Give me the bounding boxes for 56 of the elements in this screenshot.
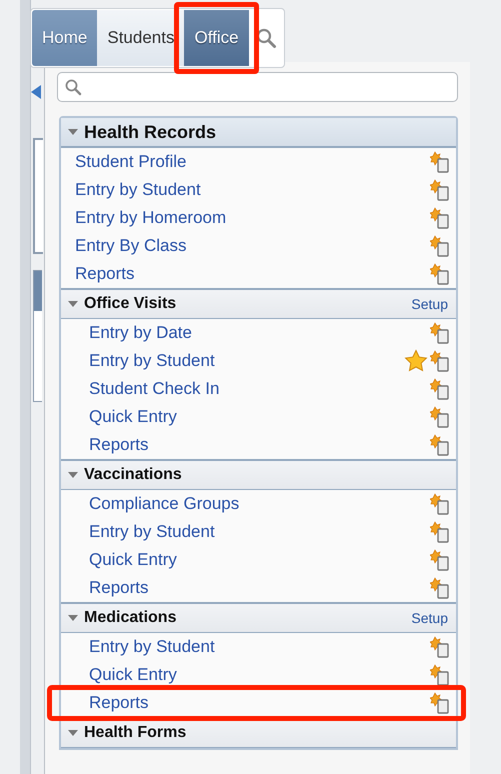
- collapse-arrow-icon[interactable]: [67, 471, 79, 479]
- menu-link[interactable]: Entry By Class: [75, 236, 430, 256]
- section-header[interactable]: Vaccinations: [61, 459, 456, 490]
- menu-link[interactable]: Student Check In: [89, 379, 430, 399]
- bookmark-page-icon[interactable]: [430, 235, 450, 257]
- menu-link[interactable]: Reports: [89, 578, 430, 598]
- menu-link[interactable]: Compliance Groups: [89, 494, 430, 514]
- bookmark-page-icon[interactable]: [430, 207, 450, 229]
- bookmark-page-icon[interactable]: [430, 664, 450, 686]
- star-icon[interactable]: [404, 349, 428, 373]
- nav-tab[interactable]: Students: [97, 10, 184, 66]
- bookmark-page-icon[interactable]: [430, 692, 450, 714]
- bookmark-page-icon[interactable]: [430, 179, 450, 201]
- search-field[interactable]: [57, 72, 458, 102]
- menu-link[interactable]: Entry by Student: [89, 522, 430, 542]
- menu-link[interactable]: Entry by Homeroom: [75, 208, 430, 228]
- menu-link[interactable]: Entry by Date: [89, 323, 430, 343]
- bookmark-page-icon[interactable]: [430, 636, 450, 658]
- menu-link[interactable]: Entry by Student: [89, 637, 430, 657]
- bookmark-page-icon[interactable]: [430, 521, 450, 543]
- menu-link[interactable]: Reports: [75, 264, 430, 284]
- bookmark-page-icon[interactable]: [430, 549, 450, 571]
- bookmark-page-icon[interactable]: [430, 151, 450, 173]
- section-title: Vaccinations: [84, 466, 183, 484]
- menu-link[interactable]: Entry by Student: [89, 351, 404, 371]
- search-icon: [64, 78, 82, 96]
- setup-link[interactable]: Setup: [411, 296, 448, 312]
- bookmark-page-icon[interactable]: [430, 406, 450, 428]
- section-header[interactable]: Health Records: [61, 118, 456, 148]
- bookmark-page-icon[interactable]: [430, 434, 450, 456]
- setup-link[interactable]: Setup: [411, 610, 448, 626]
- bookmark-page-icon[interactable]: [430, 493, 450, 515]
- section-title: Medications: [84, 609, 178, 627]
- section-title: Health Forms: [84, 724, 188, 742]
- back-arrow-icon[interactable]: [30, 84, 42, 100]
- collapse-arrow-icon[interactable]: [67, 128, 79, 136]
- menu-link[interactable]: Quick Entry: [89, 407, 430, 427]
- menu-link[interactable]: Entry by Student: [75, 180, 430, 200]
- menu-link[interactable]: Quick Entry: [89, 550, 430, 570]
- bookmark-page-icon[interactable]: [430, 577, 450, 599]
- menu-link[interactable]: Student Profile: [75, 152, 430, 172]
- bookmark-page-icon[interactable]: [430, 378, 450, 400]
- section-title: Office Visits: [84, 295, 178, 313]
- nav-tab[interactable]: Office: [184, 10, 249, 66]
- section-title: Health Records: [84, 122, 218, 142]
- collapse-arrow-icon[interactable]: [67, 614, 79, 622]
- menu-link[interactable]: Reports: [89, 435, 430, 455]
- collapse-arrow-icon[interactable]: [67, 300, 79, 308]
- bookmark-page-icon[interactable]: [430, 350, 450, 372]
- bookmark-page-icon[interactable]: [430, 322, 450, 344]
- menu-link[interactable]: Reports: [89, 693, 430, 713]
- collapse-arrow-icon[interactable]: [67, 729, 79, 737]
- bookmark-page-icon[interactable]: [430, 263, 450, 285]
- section-header[interactable]: Office Visits Setup: [61, 288, 456, 319]
- menu-link[interactable]: Quick Entry: [89, 665, 430, 685]
- section-header[interactable]: Medications Setup: [61, 602, 456, 633]
